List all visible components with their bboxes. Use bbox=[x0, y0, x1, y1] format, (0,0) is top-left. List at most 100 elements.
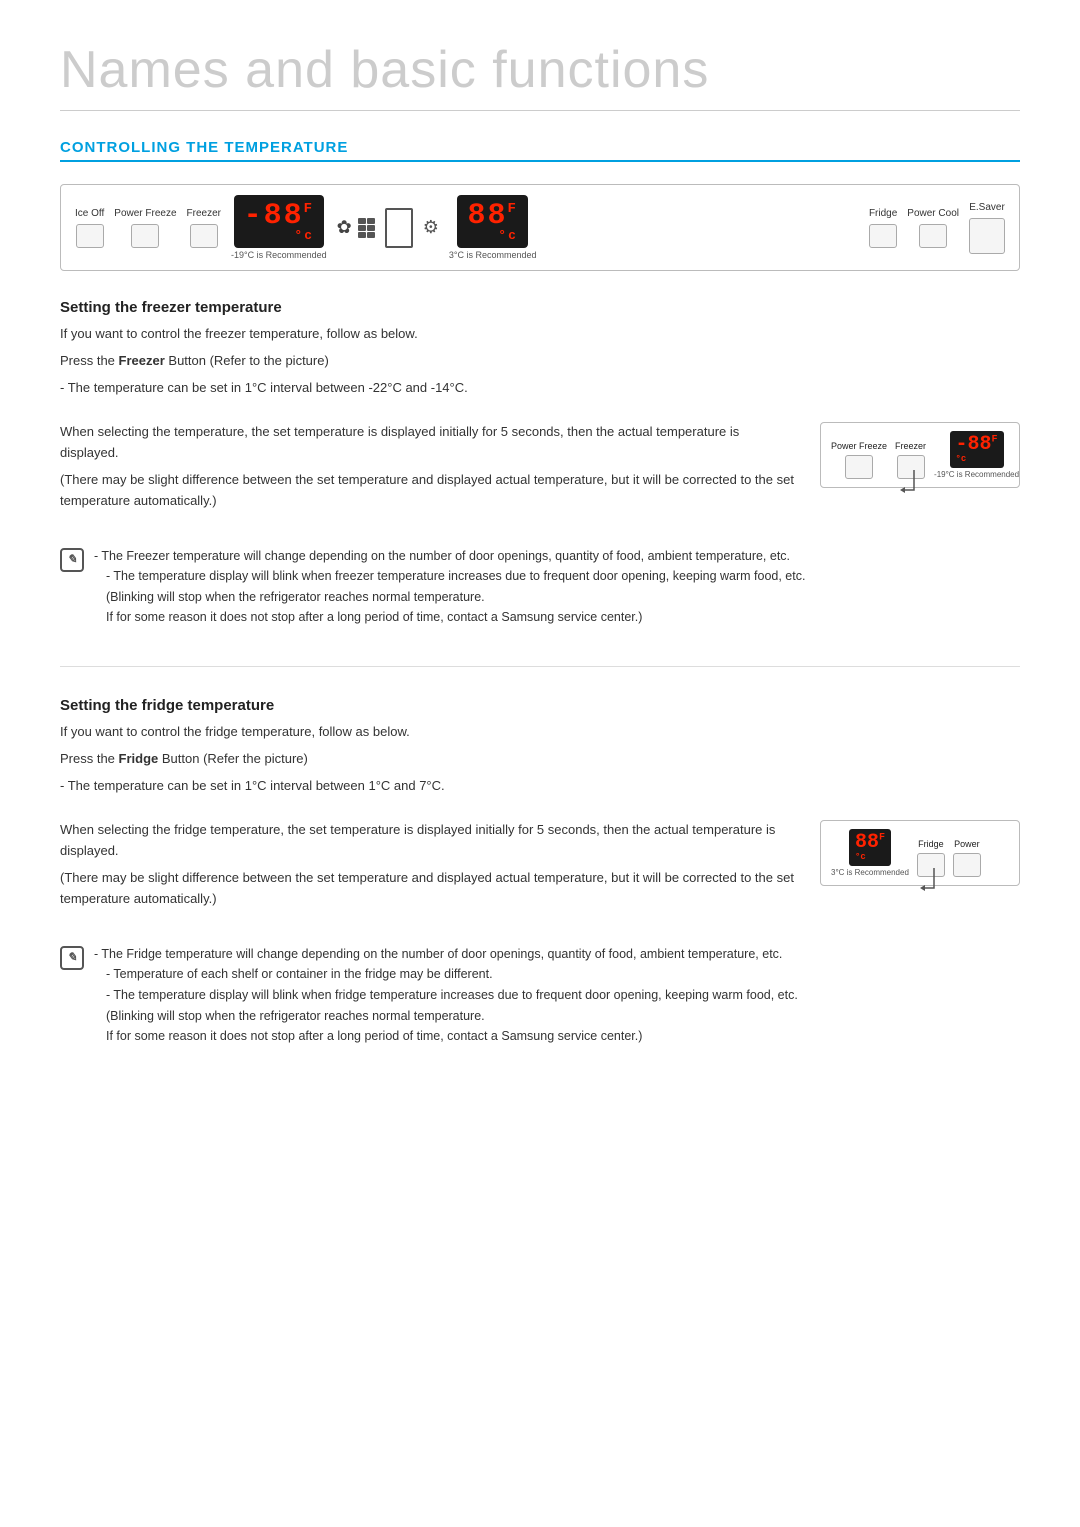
fridge-button bbox=[869, 224, 897, 248]
fridge-intro: If you want to control the fridge temper… bbox=[60, 722, 1020, 743]
mini-fridge-btn bbox=[917, 853, 945, 877]
fridge-note-1: - The Fridge temperature will change dep… bbox=[94, 944, 798, 965]
mini-power-freeze: Power Freeze bbox=[831, 441, 887, 479]
freezer-instruction-suffix: Button (Refer to the picture) bbox=[165, 353, 329, 368]
mini-fridge-temp-main: 88F bbox=[855, 833, 885, 853]
section-divider bbox=[60, 666, 1020, 667]
fridge-instruction: Press the Fridge Button (Refer the pictu… bbox=[60, 749, 1020, 770]
mini-fridge-recommended: 3°C is Recommended bbox=[831, 868, 909, 877]
freezer-instruction: Press the Freezer Button (Refer to the p… bbox=[60, 351, 1020, 372]
freezer-section-title: Setting the freezer temperature bbox=[60, 299, 1020, 316]
fridge-instruction-prefix: Press the bbox=[60, 751, 119, 766]
freezer-label: Freezer bbox=[187, 208, 221, 219]
section-heading: CONTROLLING THE TEMPERATURE bbox=[60, 139, 1020, 162]
fridge-panel-image: 88F °c 3°C is Recommended Fridge bbox=[820, 820, 1020, 886]
fridge-display-note: When selecting the fridge temperature, t… bbox=[60, 820, 800, 862]
note-icon: ✎ bbox=[60, 548, 84, 572]
ice-off-button bbox=[76, 224, 104, 248]
middle-icons: ✿ bbox=[337, 217, 375, 238]
power-freeze-section: Power Freeze bbox=[114, 208, 176, 248]
control-panel-diagram: Ice Off Power Freeze Freezer -88F °c -19… bbox=[60, 184, 1020, 271]
fridge-note-5: If for some reason it does not stop afte… bbox=[94, 1026, 798, 1047]
fridge-section-title: Setting the fridge temperature bbox=[60, 697, 1020, 714]
freezer-display-note2: (There may be slight difference between … bbox=[60, 470, 800, 512]
freezer-note-box: ✎ - The Freezer temperature will change … bbox=[60, 538, 1020, 637]
fridge-display-note2: (There may be slight difference between … bbox=[60, 868, 800, 910]
fridge-display-note-row: When selecting the fridge temperature, t… bbox=[60, 820, 1020, 915]
fridge-note-3: - The temperature display will blink whe… bbox=[94, 985, 798, 1006]
fridge-note-box: ✎ - The Fridge temperature will change d… bbox=[60, 936, 1020, 1055]
fridge-temp-section: Setting the fridge temperature If you wa… bbox=[60, 697, 1020, 1055]
freezer-display-note-row: When selecting the temperature, the set … bbox=[60, 422, 1020, 517]
fridge-temp-range: - The temperature can be set in 1°C inte… bbox=[60, 776, 1020, 797]
freezer-button bbox=[190, 224, 218, 248]
fridge-right-label: Fridge bbox=[869, 208, 897, 219]
freezer-note-4: If for some reason it does not stop afte… bbox=[94, 607, 805, 628]
snowflake-icon: ✿ bbox=[337, 217, 352, 238]
freezer-panel-image: Power Freeze Freezer -88F bbox=[820, 422, 1020, 488]
mini-fridge-btn-section: Fridge bbox=[917, 839, 945, 877]
power-freeze-button bbox=[131, 224, 159, 248]
fridge-note-4: (Blinking will stop when the refrigerato… bbox=[94, 1006, 798, 1027]
fridge-icon-section bbox=[385, 208, 413, 248]
fridge-instruction-button: Fridge bbox=[119, 751, 159, 766]
mini-power-freeze-label: Power Freeze bbox=[831, 441, 887, 451]
freezer-note-2: - The temperature display will blink whe… bbox=[94, 566, 805, 587]
ice-off-label: Ice Off bbox=[75, 208, 104, 219]
esaver-section: E.Saver bbox=[969, 202, 1005, 254]
mini-freezer-label: Freezer bbox=[895, 441, 926, 451]
freezer-temp-wrapper: -88F °c -19°C is Recommended bbox=[231, 195, 327, 260]
fridge-temp-display: 88F °c bbox=[457, 195, 527, 248]
freezer-notes: - The Freezer temperature will change de… bbox=[94, 546, 805, 629]
mini-power-freeze-btn bbox=[845, 455, 873, 479]
power-cool-section: Power Cool bbox=[907, 208, 959, 248]
mini-power-label: Power bbox=[954, 839, 980, 849]
freezer-instruction-prefix: Press the bbox=[60, 353, 119, 368]
gear-section: ⚙ bbox=[423, 217, 439, 238]
fridge-temp-sub: °c bbox=[498, 229, 518, 242]
esaver-label: E.Saver bbox=[969, 202, 1005, 213]
mini-fridge-temp-display: 88F °c bbox=[849, 829, 891, 866]
mini-freezer-recommended: -19°C is Recommended bbox=[934, 470, 1019, 479]
freezer-temp-range: - The temperature can be set in 1°C inte… bbox=[60, 378, 1020, 399]
gear-icon: ⚙ bbox=[423, 217, 439, 238]
fridge-note-icon: ✎ bbox=[60, 946, 84, 970]
mini-freezer-temp-display: -88F °c bbox=[950, 431, 1004, 468]
fridge-temp-wrapper: 88F °c 3°C is Recommended bbox=[449, 195, 537, 260]
fridge-button-section: Fridge bbox=[869, 208, 897, 248]
fridge-note-2: - Temperature of each shelf or container… bbox=[94, 964, 798, 985]
ice-off-section: Ice Off bbox=[75, 208, 104, 248]
fridge-instruction-suffix: Button (Refer the picture) bbox=[158, 751, 308, 766]
freezer-instruction-button: Freezer bbox=[119, 353, 165, 368]
freezer-section: Freezer bbox=[187, 208, 221, 248]
fridge-icon bbox=[385, 208, 413, 248]
page-title: Names and basic functions bbox=[60, 40, 1020, 111]
fridge-temp-main: 88F bbox=[467, 201, 517, 231]
mini-freezer-temp-main: -88F bbox=[956, 435, 998, 455]
freezer-temp-main: -88F bbox=[244, 201, 314, 231]
esaver-button bbox=[969, 218, 1005, 254]
freezer-note-1: - The Freezer temperature will change de… bbox=[94, 546, 805, 567]
mini-fridge-temp: 88F °c 3°C is Recommended bbox=[831, 829, 909, 877]
grid-icon bbox=[358, 218, 375, 238]
fridge-recommended: 3°C is Recommended bbox=[449, 250, 537, 260]
freezer-display-note: When selecting the temperature, the set … bbox=[60, 422, 800, 464]
freezer-temp-display: -88F °c bbox=[234, 195, 324, 248]
mini-fridge-temp-sub: °c bbox=[855, 853, 885, 862]
fridge-display-text: When selecting the fridge temperature, t… bbox=[60, 820, 800, 915]
freezer-temp-section: Setting the freezer temperature If you w… bbox=[60, 299, 1020, 636]
mini-freezer-temp-sub: °c bbox=[956, 455, 998, 464]
mini-freezer-btn bbox=[897, 455, 925, 479]
freezer-note-3: (Blinking will stop when the refrigerato… bbox=[94, 587, 805, 608]
mini-freezer-temp: -88F °c -19°C is Recommended bbox=[934, 431, 1019, 479]
power-cool-button bbox=[919, 224, 947, 248]
fridge-notes: - The Fridge temperature will change dep… bbox=[94, 944, 798, 1047]
freezer-display-text: When selecting the temperature, the set … bbox=[60, 422, 800, 517]
fridge-pointer-arrow bbox=[920, 868, 960, 898]
freezer-intro: If you want to control the freezer tempe… bbox=[60, 324, 1020, 345]
mini-freezer: Freezer bbox=[895, 441, 926, 479]
freezer-recommended: -19°C is Recommended bbox=[231, 250, 327, 260]
power-freeze-label: Power Freeze bbox=[114, 208, 176, 219]
freezer-pointer-arrow bbox=[900, 470, 940, 500]
mini-fridge-label: Fridge bbox=[918, 839, 944, 849]
